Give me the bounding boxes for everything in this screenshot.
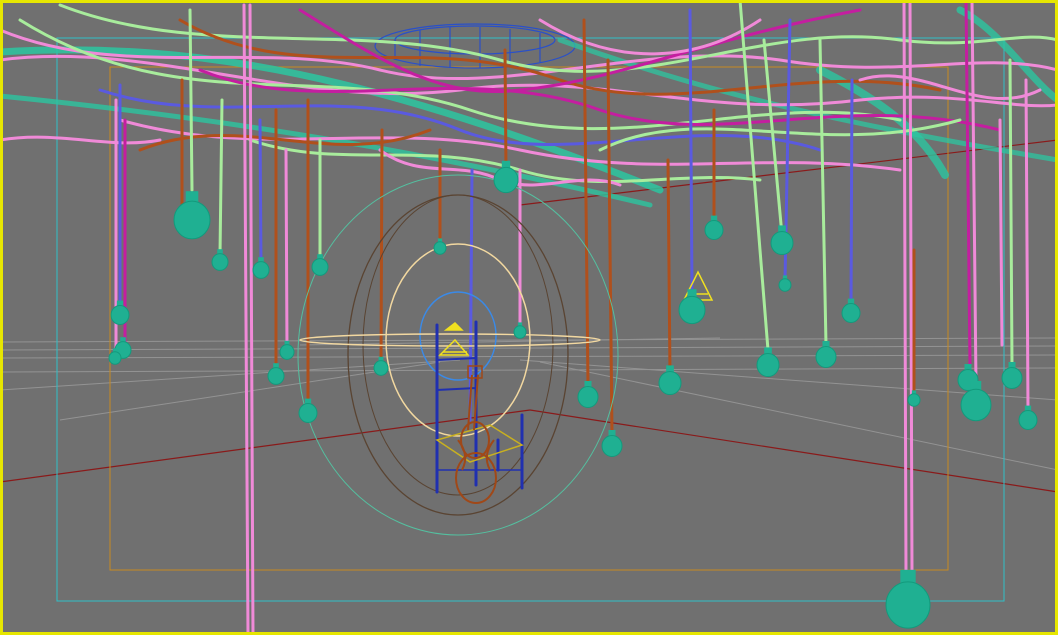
3d-viewport[interactable] (0, 0, 1058, 635)
bulb-icon[interactable] (601, 430, 623, 457)
bulb-icon[interactable] (1001, 362, 1023, 389)
bulb-icon[interactable] (704, 215, 724, 240)
lamp-shades (438, 270, 714, 356)
bulb-icon[interactable] (885, 569, 931, 629)
bulb-icon[interactable] (311, 254, 329, 276)
bulb-icon[interactable] (1018, 405, 1038, 430)
bulb-icon[interactable] (279, 340, 295, 360)
bulb-icon[interactable] (298, 398, 318, 423)
bulb-icon[interactable] (778, 275, 792, 292)
bulb-icon[interactable] (173, 191, 211, 240)
bulb-icon[interactable] (770, 225, 794, 256)
bulb-icon[interactable] (373, 356, 389, 376)
bulb-icon[interactable] (211, 249, 229, 271)
bulb-icon[interactable] (252, 257, 270, 279)
bulb-icon[interactable] (841, 298, 861, 323)
bulb-icon[interactable] (267, 363, 285, 385)
bulb-icon[interactable] (433, 238, 447, 255)
ceiling-cables (0, 3, 1058, 187)
bulb-icon[interactable] (815, 341, 837, 368)
world-axis (0, 139, 1058, 493)
hanging-cords (114, 0, 1030, 635)
bulb-icon[interactable] (513, 322, 527, 339)
bulb-icon[interactable] (907, 390, 921, 407)
bulb-icon[interactable] (756, 347, 780, 378)
wireframe-scene[interactable] (0, 0, 1058, 635)
bulb-icon[interactable] (577, 381, 599, 408)
